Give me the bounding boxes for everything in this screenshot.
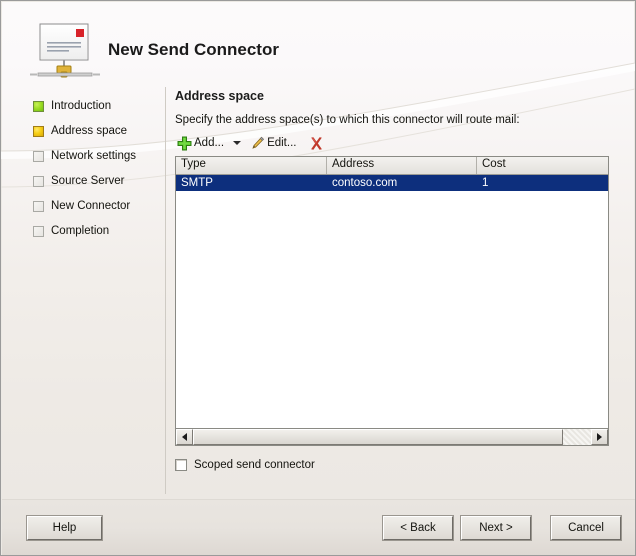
step-pending-icon bbox=[33, 175, 44, 187]
pencil-icon bbox=[252, 136, 265, 149]
section-heading: Address space bbox=[175, 89, 264, 103]
page-title: New Send Connector bbox=[108, 40, 279, 59]
next-button[interactable]: Next > bbox=[460, 515, 532, 541]
cell-cost: 1 bbox=[482, 177, 489, 189]
scroll-right-arrow-icon bbox=[597, 433, 602, 441]
send-connector-icon bbox=[30, 23, 100, 78]
sidebar-item-network-settings[interactable]: Network settings bbox=[33, 148, 136, 164]
sidebar-item-source-server[interactable]: Source Server bbox=[33, 173, 125, 189]
cancel-button[interactable]: Cancel bbox=[550, 515, 622, 541]
red-x-delete-icon bbox=[311, 136, 323, 150]
scrollbar-track[interactable] bbox=[563, 429, 591, 445]
instruction-text: Specify the address space(s) to which th… bbox=[175, 114, 520, 126]
scroll-left-button[interactable] bbox=[176, 429, 193, 445]
cell-address: contoso.com bbox=[332, 177, 398, 189]
address-space-list[interactable]: Type Address Cost SMTP contoso.com 1 bbox=[175, 156, 609, 446]
step-pending-icon bbox=[33, 225, 44, 237]
sidebar-item-label: Network settings bbox=[51, 150, 137, 162]
add-button[interactable]: Add... bbox=[175, 133, 226, 153]
sidebar-item-label: New Connector bbox=[51, 200, 131, 212]
sidebar-item-label: Introduction bbox=[51, 100, 112, 112]
sidebar-item-label: Address space bbox=[51, 125, 128, 137]
scoped-send-connector-checkbox[interactable] bbox=[175, 459, 187, 471]
scoped-send-connector-label: Scoped send connector bbox=[194, 459, 315, 471]
chevron-down-icon[interactable] bbox=[233, 141, 242, 145]
panel-divider bbox=[165, 87, 166, 494]
delete-button[interactable] bbox=[307, 133, 326, 153]
edit-button-label: Edit... bbox=[267, 137, 297, 149]
sidebar-item-completion[interactable]: Completion bbox=[33, 223, 109, 239]
column-header-address[interactable]: Address bbox=[327, 157, 477, 174]
address-space-toolbar: Add... Edit... bbox=[175, 132, 326, 154]
sidebar-item-introduction[interactable]: Introduction bbox=[33, 98, 111, 114]
edit-button[interactable]: Edit... bbox=[248, 133, 298, 153]
list-body: SMTP contoso.com 1 bbox=[176, 175, 608, 429]
sidebar-item-new-connector[interactable]: New Connector bbox=[33, 198, 130, 214]
scroll-right-button[interactable] bbox=[591, 429, 608, 445]
cell-type: SMTP bbox=[181, 177, 213, 189]
dialog-button-bar: Help < Back Next > Cancel bbox=[2, 499, 635, 555]
add-button-label: Add... bbox=[194, 137, 225, 149]
scroll-left-arrow-icon bbox=[182, 433, 187, 441]
back-button[interactable]: < Back bbox=[382, 515, 454, 541]
sidebar-item-label: Source Server bbox=[51, 175, 125, 187]
wizard-banner: New Send Connector bbox=[2, 2, 635, 88]
new-send-connector-dialog: New Send Connector Introduction Address … bbox=[0, 0, 636, 556]
wizard-steps-list: Introduction Address space Network setti… bbox=[2, 89, 165, 498]
step-current-icon bbox=[33, 125, 44, 137]
column-header-cost[interactable]: Cost bbox=[477, 157, 608, 174]
horizontal-scrollbar[interactable] bbox=[176, 428, 608, 445]
step-pending-icon bbox=[33, 150, 44, 162]
scoped-send-connector-row[interactable]: Scoped send connector bbox=[175, 459, 315, 471]
scrollbar-thumb[interactable] bbox=[193, 429, 563, 445]
sidebar-item-label: Completion bbox=[51, 225, 110, 237]
column-header-type[interactable]: Type bbox=[176, 157, 327, 174]
sidebar-item-address-space[interactable]: Address space bbox=[33, 123, 127, 139]
step-complete-icon bbox=[33, 100, 44, 112]
step-pending-icon bbox=[33, 200, 44, 212]
table-row[interactable]: SMTP contoso.com 1 bbox=[176, 175, 608, 191]
help-button[interactable]: Help bbox=[26, 515, 103, 541]
list-header-row: Type Address Cost bbox=[176, 157, 608, 175]
plus-icon bbox=[177, 136, 192, 150]
